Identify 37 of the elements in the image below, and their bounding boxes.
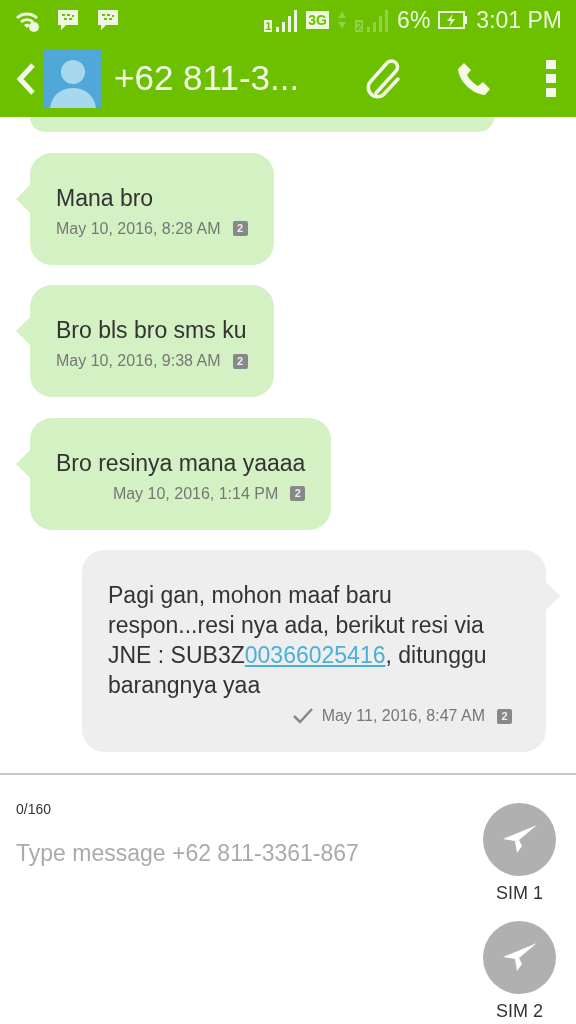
contact-name: +62 811-3...: [114, 57, 300, 100]
data-arrows-icon: [336, 9, 347, 31]
back-icon: [16, 61, 36, 96]
sim-badge: 2: [290, 486, 306, 502]
signal-icon: [276, 8, 299, 32]
message-text: Mana bro: [56, 183, 155, 213]
message-time: May 10, 2016, 8:28 AM: [56, 218, 221, 239]
chat-icon: [96, 8, 120, 32]
sim-badge: 2: [232, 221, 248, 237]
paperclip-icon: [366, 58, 402, 99]
character-counter: 0/160: [16, 800, 53, 819]
clock: 3:01 PM: [476, 5, 562, 35]
message-time: May 10, 2016, 9:38 AM: [56, 351, 221, 372]
sim-badge: 2: [497, 708, 512, 724]
avatar-icon: [44, 49, 102, 108]
network-type: 3G: [306, 11, 329, 29]
message-time: May 11, 2016, 8:47 AM: [321, 706, 485, 727]
number-link[interactable]: 00366025416: [244, 642, 386, 669]
back-button[interactable]: [16, 61, 36, 96]
message-time: May 10, 2016, 1:14 PM: [112, 483, 279, 504]
message-text: Bro resinya mana yaaaa: [56, 448, 306, 478]
sim-number: 1: [264, 20, 273, 32]
phone-icon: [456, 60, 492, 97]
attach-button[interactable]: [366, 58, 402, 99]
chat-icon: [56, 8, 80, 32]
signal-icon: [367, 8, 390, 32]
sim-badge: 2: [232, 353, 248, 369]
message-text: Bro bls bro sms ku: [56, 316, 248, 346]
more-button[interactable]: [546, 59, 556, 98]
message-text: Pagi gan, mohon maaf baru respon...resi nya ada, berikut resi via JNE : SUB3Z00366025416, ditunggu barangnya yaa: [108, 581, 488, 701]
battery-charging-icon: [438, 10, 469, 30]
sim-number: 2: [354, 20, 364, 32]
call-button[interactable]: [456, 60, 492, 97]
sim-label: SIM 1: [496, 882, 543, 905]
battery-percent: 6%: [397, 5, 431, 35]
more-icon: [546, 59, 556, 98]
sim-label: SIM 2: [496, 1000, 543, 1023]
